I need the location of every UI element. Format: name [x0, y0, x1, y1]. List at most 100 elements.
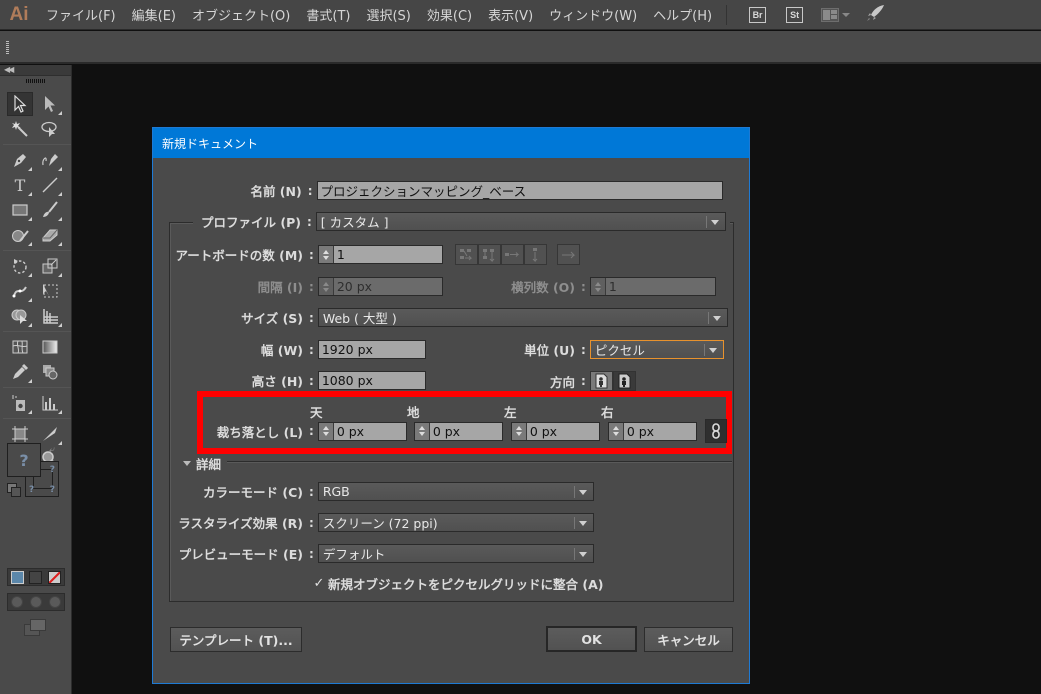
size-select[interactable]: Web ( 大型 ) — [317, 308, 728, 327]
default-fill-stroke-icon[interactable] — [7, 483, 21, 497]
paintbrush-tool[interactable] — [37, 198, 63, 222]
grid-by-row-button[interactable] — [454, 244, 478, 265]
menu-select[interactable]: 選択(S) — [358, 5, 418, 24]
spacing-label: 間隔 (I) — [257, 280, 303, 295]
color-mode-buttons — [7, 568, 65, 586]
line-segment-tool[interactable] — [37, 173, 63, 197]
shaper-tool[interactable] — [7, 223, 33, 247]
stepper-arrows-icon[interactable] — [318, 246, 334, 263]
column-graph-icon — [42, 396, 58, 411]
raster-effects-select[interactable]: スクリーン (72 ppi) — [317, 513, 594, 532]
color-button[interactable] — [10, 570, 24, 584]
draw-behind-icon[interactable] — [29, 596, 42, 608]
gradient-tool[interactable] — [37, 335, 63, 359]
name-input[interactable]: プロジェクションマッピング_ベース — [316, 181, 723, 200]
scale-tool[interactable] — [37, 254, 63, 278]
preview-mode-select[interactable]: デフォルト — [317, 544, 594, 563]
link-bleed-button[interactable] — [704, 419, 727, 443]
type-icon: T — [15, 176, 26, 194]
bleed-bottom-stepper[interactable]: 0 px — [413, 421, 503, 441]
menu-effect[interactable]: 効果(C) — [419, 5, 480, 24]
free-transform-tool[interactable] — [37, 279, 63, 303]
mesh-tool[interactable] — [7, 335, 33, 359]
spacing-stepper[interactable]: 20 px — [317, 277, 443, 296]
gpu-performance-icon[interactable] — [866, 4, 886, 25]
direct-selection-tool[interactable] — [37, 92, 63, 116]
menu-file[interactable]: ファイル(F) — [38, 5, 124, 24]
stepper-arrows-icon[interactable] — [318, 422, 334, 440]
lasso-tool[interactable] — [37, 117, 63, 141]
units-select[interactable]: ピクセル — [589, 340, 724, 359]
perspective-grid-tool[interactable] — [37, 304, 63, 328]
triangle-down-icon — [183, 461, 191, 466]
tools-panel-grip[interactable] — [26, 79, 46, 83]
bleed-top-stepper[interactable]: 0 px — [317, 421, 407, 441]
eraser-tool[interactable] — [37, 223, 63, 247]
selection-tool[interactable] — [7, 92, 34, 116]
stepper-arrows-icon[interactable] — [511, 422, 527, 440]
pen-tool[interactable] — [7, 148, 33, 172]
arrange-by-column-button[interactable] — [523, 244, 547, 265]
eraser-icon — [42, 229, 58, 242]
collapse-icon[interactable]: ◀◀ — [4, 65, 14, 74]
templates-button[interactable]: テンプレート (T)... — [170, 627, 302, 652]
chevron-down-icon — [712, 316, 721, 321]
menu-object[interactable]: オブジェクト(O) — [184, 5, 298, 24]
stepper-arrows-icon[interactable] — [608, 422, 624, 440]
eyedropper-tool[interactable] — [7, 360, 33, 384]
align-pixel-grid-option[interactable]: ✓ 新規オブジェクトをピクセルグリッドに整合 (A) — [313, 574, 604, 593]
slice-icon — [43, 427, 57, 441]
workspace-layout-icon[interactable] — [821, 7, 851, 22]
portrait-button[interactable] — [589, 371, 613, 391]
color-mode-select[interactable]: RGB — [317, 482, 594, 501]
arrange-by-row-button[interactable] — [500, 244, 524, 265]
stepper-arrows-icon[interactable] — [590, 278, 606, 295]
puppet-warp-tool[interactable] — [7, 279, 33, 303]
fill-swatch[interactable]: ? — [7, 443, 41, 477]
menu-edit[interactable]: 編集(E) — [124, 5, 184, 24]
columns-stepper[interactable]: 1 — [589, 277, 716, 296]
draw-normal-icon[interactable] — [11, 596, 24, 608]
bleed-right-stepper[interactable]: 0 px — [607, 421, 697, 441]
curvature-tool[interactable] — [37, 148, 63, 172]
blend-tool[interactable] — [37, 360, 63, 384]
menu-help[interactable]: ヘルプ(H) — [645, 5, 720, 24]
symbol-sprayer-tool[interactable] — [7, 391, 33, 415]
cancel-button[interactable]: キャンセル — [644, 627, 733, 652]
none-button[interactable] — [48, 570, 62, 584]
advanced-toggle[interactable]: 詳細 — [183, 454, 221, 473]
type-tool[interactable]: T — [7, 173, 33, 197]
draw-inside-icon[interactable] — [48, 596, 61, 608]
align-pixel-grid-checkbox[interactable]: ✓ — [313, 576, 325, 591]
screen-mode-icon[interactable] — [24, 619, 46, 636]
menu-window[interactable]: ウィンドウ(W) — [541, 5, 645, 24]
bleed-left-stepper[interactable]: 0 px — [510, 421, 600, 441]
stepper-arrows-icon[interactable] — [318, 278, 334, 295]
stock-icon[interactable]: St — [786, 6, 804, 23]
shaper-icon — [12, 230, 29, 242]
symbol-sprayer-icon — [12, 395, 25, 411]
grid-by-column-button[interactable] — [477, 244, 501, 265]
rotate-icon — [13, 259, 27, 274]
control-bar — [0, 31, 1041, 64]
layout-direction-button[interactable] — [556, 244, 580, 265]
rotate-tool[interactable] — [7, 254, 33, 278]
column-graph-tool[interactable] — [37, 391, 63, 415]
landscape-button[interactable] — [612, 371, 636, 391]
magic-wand-tool[interactable] — [7, 117, 33, 141]
width-input[interactable]: 1920 px — [317, 340, 426, 359]
shape-builder-tool[interactable] — [7, 304, 33, 328]
ok-button[interactable]: OK — [546, 626, 637, 652]
height-input[interactable]: 1080 px — [317, 371, 426, 390]
bridge-icon[interactable]: Br — [749, 6, 767, 23]
control-bar-grip[interactable] — [6, 41, 9, 55]
profile-select[interactable]: [ カスタム ] — [315, 212, 726, 231]
menu-view[interactable]: 表示(V) — [480, 5, 541, 24]
stepper-arrows-icon[interactable] — [414, 422, 430, 440]
rectangle-tool[interactable] — [7, 198, 33, 222]
swap-fill-stroke-icon[interactable]: ⤶ — [49, 443, 55, 457]
paintbrush-icon — [43, 201, 58, 217]
gradient-button[interactable] — [29, 570, 43, 584]
menu-type[interactable]: 書式(T) — [298, 5, 358, 24]
artboards-stepper[interactable]: 1 — [317, 245, 443, 264]
